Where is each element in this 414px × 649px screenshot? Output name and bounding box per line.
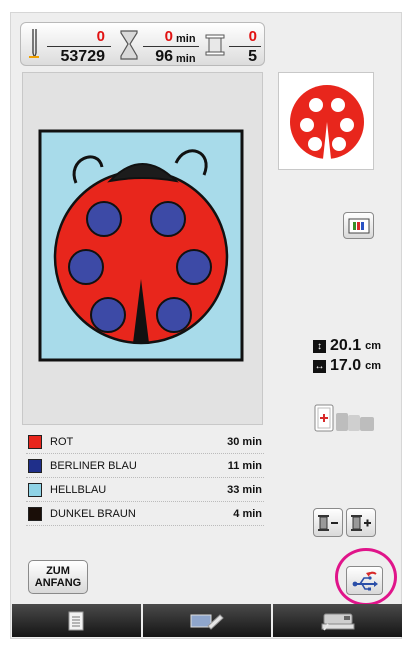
color-swatch [28, 458, 42, 473]
stitch-divider [47, 46, 111, 47]
ladybug-design [38, 129, 244, 362]
color-total: 5 [248, 48, 257, 65]
color-swatch [28, 506, 42, 521]
document-icon [68, 611, 84, 630]
width-unit: cm [365, 360, 382, 372]
thread-time: 33 min [227, 483, 262, 496]
list-item: ROT 30 min [26, 430, 264, 454]
hoop-frame-display [314, 403, 376, 433]
hourglass-icon [120, 30, 138, 60]
usb-icon [352, 571, 378, 590]
thread-color-list: ROT 30 min BERLINER BLAU 11 min HELLBLAU… [26, 430, 264, 526]
time-divider [143, 46, 199, 47]
list-item: HELLBLAU 33 min [26, 478, 264, 502]
previous-color-button[interactable] [313, 508, 343, 537]
hoop-frame-icon [314, 404, 374, 432]
height-unit: cm [365, 340, 382, 352]
design-dimensions: ↕ 20.1 cm ↔ 17.0 cm [313, 336, 393, 376]
color-swatch [28, 482, 42, 497]
color-swatch [28, 434, 42, 449]
width-row: ↔ 17.0 cm [313, 356, 393, 376]
start-button-label: ZUM ANFANG [34, 565, 82, 589]
ladybug-red-part [290, 85, 364, 159]
color-part-thumbnail [278, 72, 374, 170]
color-divider [229, 46, 261, 47]
stitch-counter-panel: 0 53729 0 min 96 min 0 5 [20, 22, 265, 66]
tab-edit[interactable] [142, 604, 272, 637]
tab-embroidery[interactable] [273, 604, 403, 637]
thread-time: 30 min [227, 435, 262, 448]
bottom-tab-bar [12, 604, 403, 637]
thread-time: 11 min [227, 459, 262, 472]
stitch-current: 0 [96, 28, 105, 45]
spool-plus-icon [351, 514, 371, 531]
height-arrow-icon: ↕ [313, 339, 326, 353]
time-current: 0 [164, 28, 173, 45]
next-color-button[interactable] [346, 508, 376, 537]
thread-name: ROT [50, 435, 74, 448]
time-unit-bottom: min [176, 53, 196, 65]
thread-name: HELLBLAU [50, 483, 107, 496]
time-total: 96 [155, 48, 173, 65]
list-item: BERLINER BLAU 11 min [26, 454, 264, 478]
thread-time: 4 min [233, 507, 262, 520]
width-arrow-icon: ↔ [313, 359, 326, 373]
color-change-icon [348, 218, 369, 233]
edit-icon [190, 613, 224, 630]
width-value: 17.0 [330, 357, 362, 374]
usb-save-button[interactable] [346, 566, 383, 595]
embroidery-preview [22, 72, 263, 425]
height-value: 20.1 [330, 337, 362, 354]
thread-name: BERLINER BLAU [50, 459, 137, 472]
thread-spool-icon [205, 34, 225, 56]
height-row: ↕ 20.1 cm [313, 336, 393, 356]
list-item: DUNKEL BRAUN 4 min [26, 502, 264, 526]
time-unit-top: min [176, 33, 196, 45]
sewing-machine-icon [321, 613, 355, 631]
thread-name: DUNKEL BRAUN [50, 507, 136, 520]
color-change-button[interactable] [343, 212, 374, 239]
spool-minus-icon [318, 514, 338, 531]
tab-design[interactable] [12, 604, 141, 637]
stitch-total: 53729 [60, 48, 106, 65]
needle-icon [29, 29, 39, 58]
start-button[interactable]: ZUM ANFANG [28, 560, 88, 594]
color-current: 0 [248, 28, 257, 45]
